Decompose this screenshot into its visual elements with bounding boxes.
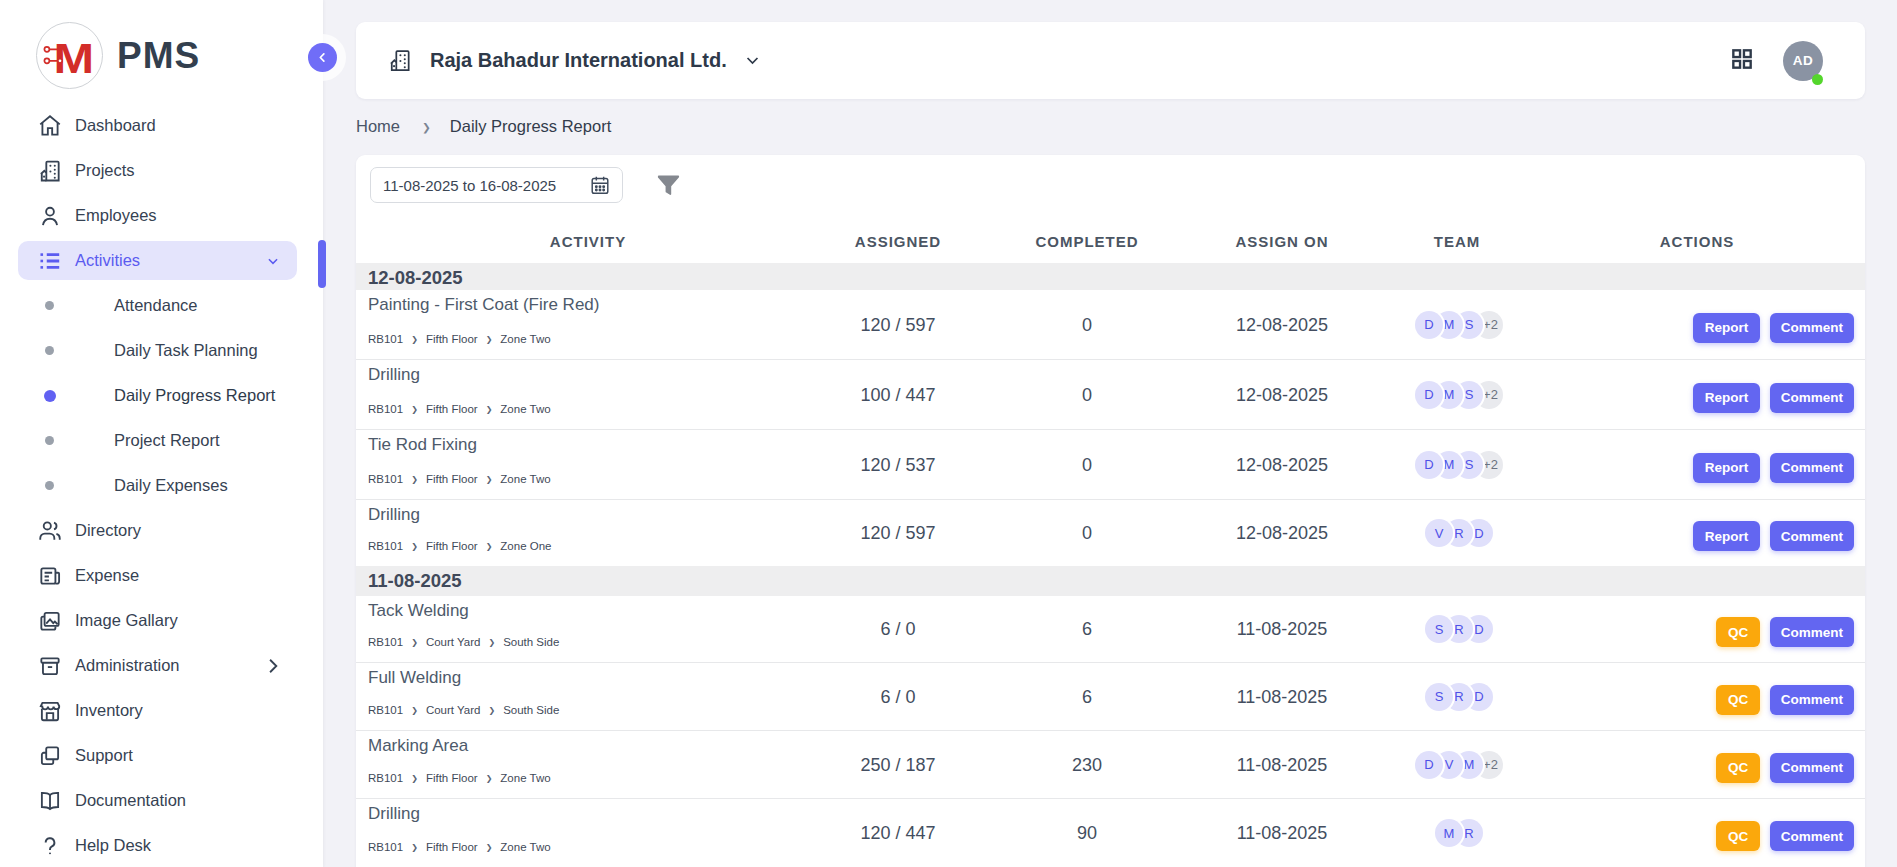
svg-text:M: M bbox=[54, 34, 95, 82]
